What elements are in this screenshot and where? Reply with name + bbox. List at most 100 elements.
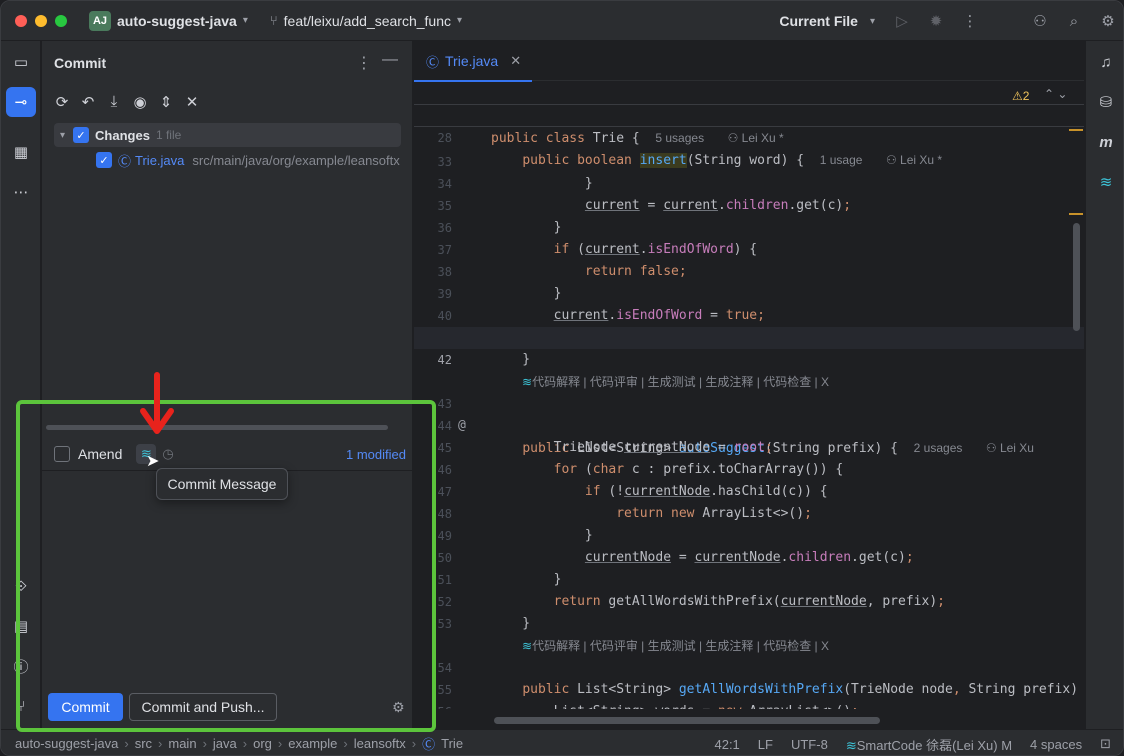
close-window-button[interactable] <box>15 14 27 27</box>
amend-checkbox[interactable] <box>54 446 70 462</box>
lock-icon[interactable]: ⊡ <box>1100 736 1111 752</box>
minimize-window-button[interactable] <box>35 14 47 27</box>
breadcrumb-item[interactable]: main <box>168 736 196 751</box>
maven-icon[interactable]: m <box>1091 127 1121 157</box>
line-separator[interactable]: LF <box>758 737 773 752</box>
caret-position[interactable]: 42:1 <box>714 737 739 752</box>
smartcode-icon[interactable]: ≋ <box>1091 167 1121 197</box>
breadcrumb-item[interactable]: example <box>288 736 337 751</box>
code-line[interactable]: 35 } <box>414 173 1084 235</box>
debug-icon[interactable]: ✹ <box>919 12 953 30</box>
tab-label[interactable]: Trie.java <box>445 53 498 69</box>
add-user-icon[interactable]: ⚇ <box>1023 12 1057 30</box>
code-line[interactable]: 49 currentNode = currentNode.children.ge… <box>414 503 1084 565</box>
project-selector[interactable]: auto-suggest-java <box>117 13 237 29</box>
services-icon[interactable]: ⟐ <box>6 571 36 601</box>
ai-actions-inlay[interactable]: ≋代码解释 | 代码评审 | 生成测试 | 生成注释 | 代码检查 | X <box>414 349 1084 389</box>
code-line[interactable]: 43 @ public List<String> autoSuggest(Str… <box>414 371 1084 456</box>
project-folder-icon[interactable]: ▭ <box>6 47 36 77</box>
warning-navigation-arrows[interactable]: ⌃ ⌄ <box>1044 87 1067 101</box>
changes-checkbox[interactable]: ✓ <box>73 127 90 143</box>
splitter-bar[interactable] <box>46 425 388 430</box>
close-tab-icon[interactable]: ✕ <box>510 53 521 69</box>
code-line[interactable]: 45 for (char c : prefix.toCharArray()) { <box>414 415 1084 477</box>
current-code-line[interactable]: 42 <box>414 327 1084 367</box>
breadcrumb-item[interactable]: auto-suggest-java <box>15 736 118 751</box>
maximize-window-button[interactable] <box>55 14 67 27</box>
code-line[interactable]: 38 } <box>414 239 1084 301</box>
code-line[interactable]: 47 return new ArrayList<>(); <box>414 459 1084 521</box>
editor-tab-trie[interactable]: Ⓒ Trie.java ✕ <box>414 41 532 82</box>
chevron-down-icon[interactable]: ▾ <box>457 15 462 26</box>
code-line[interactable]: 34 current = current.children.get(c); <box>414 151 1084 213</box>
panel-options-icon[interactable]: ⋮ <box>356 53 372 73</box>
code-line[interactable]: 50 } <box>414 525 1084 587</box>
expand-all-icon[interactable]: ⇕ <box>158 93 174 111</box>
minimize-panel-icon[interactable]: — <box>382 51 398 69</box>
code-line[interactable]: 56 if (node == null) { <box>414 679 1084 709</box>
chevron-down-icon[interactable]: ▾ <box>60 130 65 141</box>
commit-button[interactable]: Commit <box>48 693 123 721</box>
chevron-down-icon[interactable]: ▾ <box>243 15 248 26</box>
history-clock-icon[interactable]: ◷ <box>162 446 173 462</box>
code-line[interactable]: 48 } <box>414 481 1084 543</box>
run-configuration-selector[interactable]: Current File <box>779 13 858 29</box>
breadcrumb-item[interactable]: src <box>135 736 152 751</box>
code-line[interactable]: 40 return true; <box>414 283 1084 345</box>
code-area[interactable]: 5 public class Trie { 5 usages ⚇ Lei Xu … <box>414 83 1084 709</box>
commit-and-push-button[interactable]: Commit and Push... <box>129 693 277 721</box>
code-line[interactable]: 39 current.isEndOfWord = true; <box>414 261 1084 323</box>
code-line[interactable]: 51 return getAllWordsWithPrefix(currentN… <box>414 547 1084 609</box>
breadcrumb-item[interactable]: org <box>253 736 272 751</box>
search-icon[interactable]: ⌕ <box>1057 13 1091 30</box>
more-tools-icon[interactable]: ⋯ <box>6 177 36 207</box>
code-line[interactable]: 53 <box>414 591 1084 631</box>
code-line[interactable]: 28 public boolean insert(String word) { … <box>414 105 1084 168</box>
changed-file-row[interactable]: ✓ Ⓒ Trie.java src/main/java/org/example/… <box>96 149 412 171</box>
code-line[interactable]: 57 return words; <box>414 701 1084 709</box>
code-line[interactable]: 41 } <box>414 305 1084 367</box>
breadcrumb-item[interactable]: leansoftx <box>354 736 406 751</box>
changes-group-row[interactable]: ▾ ✓ Changes 1 file <box>54 123 401 147</box>
breadcrumb-item[interactable]: Trie <box>441 736 463 751</box>
smartcode-status[interactable]: ≋SmartCode 徐磊(Lei Xu) M <box>846 735 1012 754</box>
modified-count-link[interactable]: 1 modified <box>346 447 406 462</box>
breadcrumb-item[interactable]: java <box>213 736 237 751</box>
show-diff-icon[interactable]: ◉ <box>132 93 148 111</box>
refresh-icon[interactable]: ⟳ <box>54 93 70 111</box>
file-encoding[interactable]: UTF-8 <box>791 737 828 752</box>
more-actions-icon[interactable]: ⋮ <box>953 12 987 30</box>
code-line[interactable]: 54 public List<String> getAllWordsWithPr… <box>414 635 1084 697</box>
warnings-indicator[interactable]: ⚠2 <box>1012 89 1029 103</box>
notifications-bell-icon[interactable]: ♫ <box>1091 47 1121 77</box>
terminal-icon[interactable]: ▤ <box>6 611 36 641</box>
structure-icon[interactable]: ▦ <box>6 137 36 167</box>
settings-gear-icon[interactable]: ⚙ <box>1091 12 1123 30</box>
vertical-scrollbar[interactable] <box>1073 223 1080 331</box>
horizontal-scrollbar[interactable] <box>494 717 880 724</box>
ai-actions-inlay[interactable]: ≋代码解释 | 代码评审 | 生成测试 | 生成注释 | 代码检查 | X <box>414 613 1084 653</box>
database-icon[interactable]: ⛁ <box>1091 87 1121 117</box>
amend-label[interactable]: Amend <box>78 446 122 462</box>
run-icon[interactable]: ▷ <box>885 12 919 30</box>
git-icon[interactable]: ⑂ <box>6 691 36 721</box>
code-line[interactable]: 44 TrieNode currentNode = root; <box>414 393 1084 455</box>
problems-icon[interactable]: ⓘ <box>6 651 36 681</box>
code-line[interactable]: 36 if (current.isEndOfWord) { <box>414 195 1084 257</box>
code-line[interactable]: 33 } <box>414 129 1084 191</box>
code-line[interactable]: 52 } <box>414 569 1084 631</box>
code-line[interactable]: 37 return false; <box>414 217 1084 279</box>
project-badge[interactable]: AJ <box>89 10 111 31</box>
code-line[interactable]: 5 public class Trie { 5 usages ⚇ Lei Xu … <box>414 83 1084 146</box>
rollback-icon[interactable]: ↶ <box>80 93 96 111</box>
code-line[interactable]: 46 if (!currentNode.hasChild(c)) { <box>414 437 1084 499</box>
code-line[interactable]: 55 List<String> words = new ArrayList<>(… <box>414 657 1084 709</box>
collapse-all-icon[interactable]: ✕ <box>184 93 200 111</box>
chevron-down-icon[interactable]: ▾ <box>870 16 875 27</box>
commit-options-gear-icon[interactable]: ⚙ <box>392 699 405 716</box>
commit-icon[interactable]: ⊸ <box>6 87 36 117</box>
changed-file-name[interactable]: Trie.java <box>135 153 184 168</box>
file-checkbox[interactable]: ✓ <box>96 152 112 168</box>
shelve-icon[interactable]: ⤓ <box>106 93 122 111</box>
indent-setting[interactable]: 4 spaces <box>1030 737 1082 752</box>
